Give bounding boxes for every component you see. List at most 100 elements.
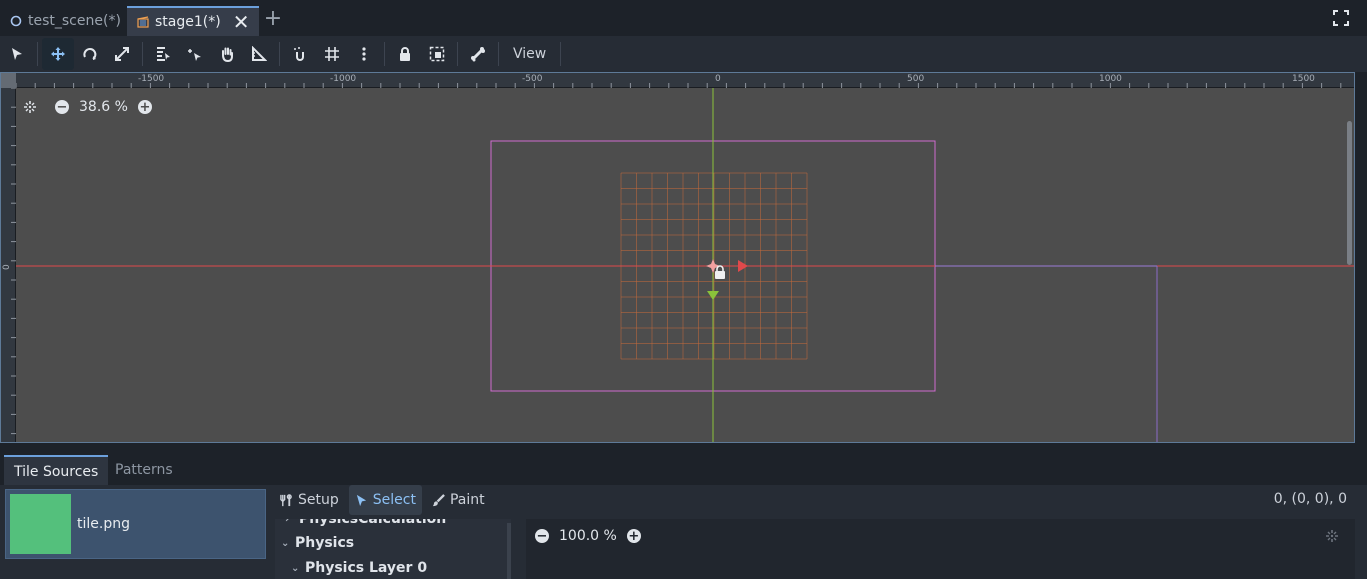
toolbar-separator [560, 42, 562, 66]
section-label: Physics Layer 0 [305, 560, 428, 576]
side-strip [1358, 72, 1367, 443]
toolbar-separator [142, 42, 143, 66]
brush-icon [432, 493, 445, 506]
rotate-icon [83, 47, 97, 60]
view-menu-button[interactable]: View [503, 38, 556, 70]
ruler-corner [1, 73, 16, 88]
rotate-tool-button[interactable] [74, 38, 106, 70]
move-tool-button[interactable] [42, 38, 74, 70]
scene-circle-icon [10, 15, 22, 27]
pivot-tool-button[interactable] [179, 38, 211, 70]
ruler-icon [252, 46, 267, 61]
center-view-icon[interactable] [23, 100, 37, 114]
tab-label: stage1(*) [155, 14, 221, 30]
atlas-zoom-level[interactable]: 100.0 % [559, 528, 617, 544]
chevron-down-icon: ⌄ [291, 562, 300, 574]
pan-hand-icon [222, 47, 233, 62]
vertical-scrollbar[interactable] [1347, 121, 1352, 265]
toolbar-separator [384, 42, 385, 66]
lock-button[interactable] [389, 38, 421, 70]
source-item-tile-png[interactable]: tile.png [5, 489, 266, 559]
atlas-view[interactable]: − 100.0 % + [526, 519, 1355, 579]
scale-tool-button[interactable] [106, 38, 138, 70]
ruler-vertical[interactable]: 0 [1, 88, 16, 442]
cursor-icon [356, 494, 366, 506]
select-arrow-icon [12, 48, 22, 60]
maximize-icon[interactable] [1333, 10, 1349, 26]
tab-tile-sources[interactable]: Tile Sources [4, 455, 109, 485]
ruler-ticks [15, 83, 1342, 88]
group-icon [429, 46, 445, 62]
ruler-label: 0 [2, 264, 12, 270]
tile-thumbnail [10, 494, 71, 554]
canvas-toolbar: View [0, 36, 1367, 72]
grid-snap-icon [325, 47, 339, 61]
mode-label: Paint [449, 492, 485, 508]
zoom-in-button[interactable]: + [137, 100, 152, 114]
ruler-tool-button[interactable] [243, 38, 275, 70]
close-tab-icon[interactable]: ✕ [233, 12, 250, 32]
ruler-horizontal[interactable]: -1500 -1000 -500 0 500 1000 1500 [1, 73, 1354, 88]
list-select-button[interactable] [147, 38, 179, 70]
zoom-controls: − 38.6 % + [23, 99, 152, 115]
tab-stage1[interactable]: stage1(*) ✕ [127, 6, 260, 36]
tools-icon [280, 493, 292, 506]
ruler-label: 1500 [1292, 74, 1315, 84]
pan-tool-button[interactable] [211, 38, 243, 70]
toolbar-separator [457, 42, 458, 66]
mode-label: Setup [298, 492, 339, 508]
mode-label: Select [372, 492, 416, 508]
section-label: PhysicsCalculation [299, 519, 447, 527]
ruler-label: 500 [907, 74, 925, 84]
canvas-viewport[interactable]: -1500 -1000 -500 0 500 1000 1500 0 − 38.… [0, 72, 1355, 443]
tab-patterns[interactable]: Patterns [105, 455, 183, 485]
select-tool-button[interactable] [1, 38, 33, 70]
paint-mode-button[interactable]: Paint [426, 485, 491, 515]
move-icon [51, 47, 65, 61]
tab-test-scene[interactable]: test_scene(*) [0, 6, 131, 36]
source-name: tile.png [77, 516, 130, 532]
chevron-right-icon: › [285, 519, 290, 525]
tile-inspector[interactable]: › PhysicsCalculation ⌄ Physics ⌄ Physics… [275, 519, 511, 579]
tile-mode-bar: Setup Select Paint [274, 485, 491, 515]
atlas-zoom-controls: − 100.0 % + [535, 528, 641, 544]
scene-clapper-icon [137, 16, 149, 28]
pivot-icon [188, 49, 201, 61]
scene-canvas [15, 87, 1354, 442]
tile-coords: 0, (0, 0), 0 [1273, 491, 1347, 507]
inspector-section-physics-layer-0[interactable]: ⌄ Physics Layer 0 [291, 560, 427, 576]
tileset-panel: Tile Sources Patterns tile.png Setup Sel… [0, 449, 1367, 579]
ruler-label: 0 [715, 74, 721, 84]
ruler-label: 1000 [1099, 74, 1122, 84]
inspector-section-physics[interactable]: ⌄ Physics [281, 535, 354, 551]
more-vertical-icon [362, 47, 366, 61]
center-view-icon[interactable] [1325, 529, 1339, 543]
section-label: Physics [295, 535, 355, 551]
inspector-section-physicscalculation[interactable]: › PhysicsCalculation [285, 519, 446, 527]
toolbar-separator [37, 42, 38, 66]
zoom-out-button[interactable]: − [55, 100, 69, 114]
inspector-scrollbar[interactable] [507, 523, 511, 579]
setup-mode-button[interactable]: Setup [274, 485, 345, 515]
toolbar-separator [498, 42, 499, 66]
lock-icon [400, 47, 410, 61]
add-tab-button[interactable]: + [262, 6, 284, 32]
tile-sources-panel: tile.png Setup Select Paint 0, (0, 0), 0… [0, 485, 1367, 579]
skeleton-button[interactable] [462, 38, 494, 70]
transform-gizmo[interactable] [706, 259, 748, 300]
snap-options-button[interactable] [348, 38, 380, 70]
select-mode-button[interactable]: Select [348, 485, 422, 515]
ruler-label: -1500 [138, 74, 165, 84]
scene-tab-bar: test_scene(*) stage1(*) ✕ + [0, 0, 1367, 36]
zoom-level[interactable]: 38.6 % [79, 99, 128, 115]
atlas-zoom-in-button[interactable]: + [626, 529, 641, 543]
scale-icon [115, 47, 129, 61]
smart-snap-button[interactable] [284, 38, 316, 70]
list-select-icon [157, 47, 170, 61]
tab-label: test_scene(*) [28, 13, 121, 29]
group-button[interactable] [421, 38, 453, 70]
atlas-zoom-out-button[interactable]: − [535, 529, 549, 543]
grid-snap-button[interactable] [316, 38, 348, 70]
ruler-label: -500 [522, 74, 543, 84]
smart-snap-icon [294, 47, 304, 61]
